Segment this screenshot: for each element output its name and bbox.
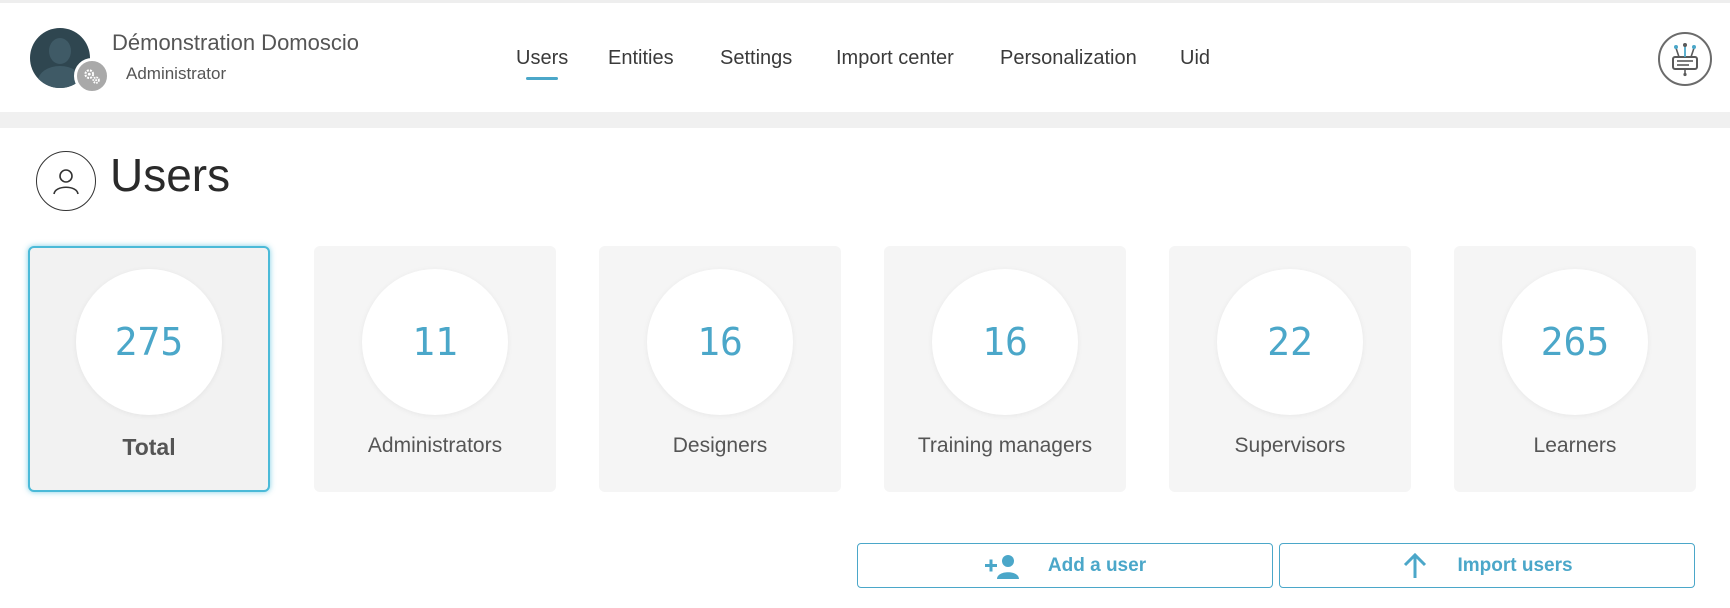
stat-circle: 275 [76, 269, 222, 415]
header-divider [0, 112, 1730, 128]
stat-label: Administrators [367, 434, 503, 457]
nav-item-settings[interactable]: Settings [720, 47, 792, 70]
stat-circle: 16 [932, 269, 1078, 415]
stat-circle: 11 [362, 269, 508, 415]
add-user-icon [984, 553, 1020, 579]
stat-count: 16 [697, 320, 743, 364]
nav-item-personalization[interactable]: Personalization [1000, 47, 1137, 70]
stat-circle: 22 [1217, 269, 1363, 415]
user-name: Démonstration Domoscio [112, 30, 359, 55]
brand-logo-icon[interactable] [1658, 32, 1712, 86]
stat-card-supervisors[interactable]: 22 Supervisors [1169, 246, 1411, 492]
nav-item-import-center[interactable]: Import center [836, 47, 954, 70]
stat-circle: 265 [1502, 269, 1648, 415]
stat-card-training-managers[interactable]: 16 Training managers [884, 246, 1126, 492]
page-title: Users [110, 149, 231, 201]
top-bar: Démonstration Domoscio Administrator Use… [0, 0, 1730, 112]
stat-label: Training managers [917, 434, 1093, 457]
stat-label: Supervisors [1234, 434, 1346, 457]
stat-label: Total [122, 434, 176, 460]
stat-count: 275 [114, 320, 184, 364]
stat-card-total[interactable]: 275 Total [28, 246, 270, 492]
stat-count: 16 [982, 320, 1028, 364]
import-users-label: Import users [1457, 554, 1573, 576]
nav-item-uid[interactable]: Uid [1180, 47, 1210, 70]
user-outline-icon [36, 151, 96, 211]
gear-icon [74, 58, 110, 94]
add-user-label: Add a user [1047, 554, 1147, 576]
nav-item-users[interactable]: Users [516, 47, 568, 80]
stat-count: 265 [1540, 320, 1610, 364]
arrow-up-icon [1401, 552, 1429, 580]
stat-count: 22 [1267, 320, 1313, 364]
nav-item-entities[interactable]: Entities [608, 47, 674, 70]
add-user-button[interactable]: Add a user [857, 543, 1273, 588]
stat-circle: 16 [647, 269, 793, 415]
stat-label: Designers [672, 434, 768, 457]
user-role: Administrator [126, 64, 227, 83]
stat-card-learners[interactable]: 265 Learners [1454, 246, 1696, 492]
stat-card-designers[interactable]: 16 Designers [599, 246, 841, 492]
stat-label: Learners [1533, 434, 1617, 457]
stat-card-administrators[interactable]: 11 Administrators [314, 246, 556, 492]
stat-count: 11 [412, 320, 458, 364]
import-users-button[interactable]: Import users [1279, 543, 1695, 588]
